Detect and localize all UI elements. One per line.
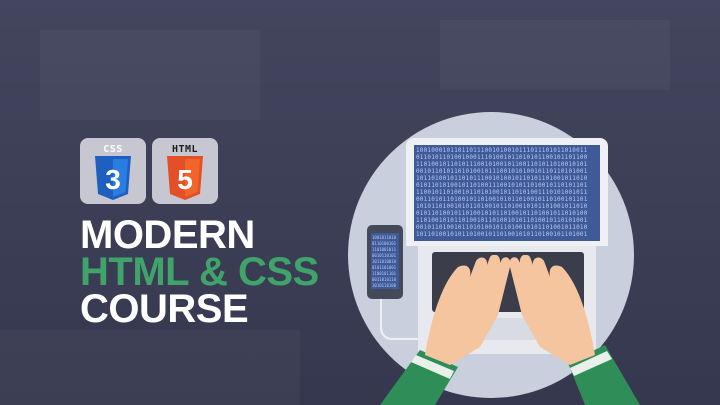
background-panel <box>40 30 260 120</box>
html5-shield-icon: 5 <box>167 156 203 200</box>
background-panel <box>0 330 300 405</box>
hands-icon <box>380 255 640 405</box>
html-badge-label: HTML <box>171 144 199 155</box>
css-badge-digit: 3 <box>105 164 121 195</box>
css3-shield-icon: 3 <box>95 156 131 200</box>
css3-badge: CSS 3 <box>80 138 146 204</box>
laptop-screen: 1001000101101101110010100101110111010110… <box>414 145 600 241</box>
title-line-html-css: HTML & CSS <box>80 250 319 294</box>
title-line-course: COURSE <box>80 287 249 331</box>
html-badge-digit: 5 <box>177 164 193 195</box>
css-badge-label: CSS <box>103 144 123 155</box>
title-line-modern: MODERN <box>80 213 255 257</box>
background-panel <box>440 20 670 90</box>
html5-badge: HTML 5 <box>152 138 218 204</box>
